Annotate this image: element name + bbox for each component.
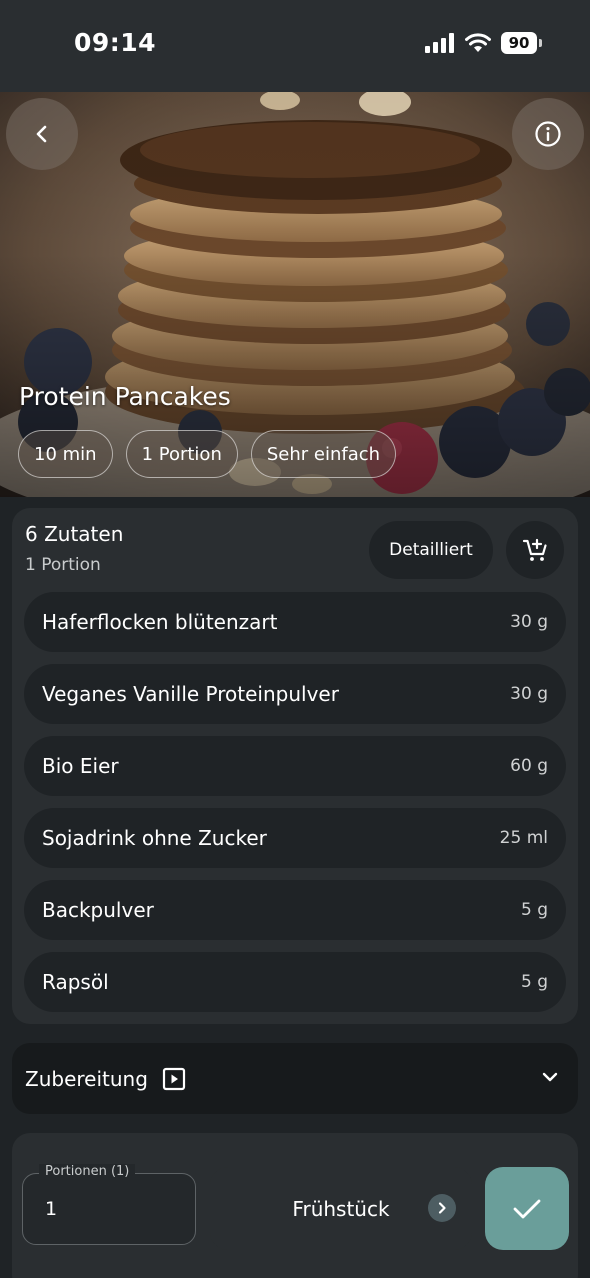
ingredient-item[interactable]: Rapsöl 5 g: [24, 952, 566, 1012]
ingredient-item[interactable]: Veganes Vanille Proteinpulver 30 g: [24, 664, 566, 724]
info-button[interactable]: [512, 98, 584, 170]
ingredient-amount: 5 g: [520, 972, 548, 992]
info-icon: [535, 121, 561, 147]
preparation-section[interactable]: Zubereitung: [12, 1043, 578, 1114]
ingredient-amount: 30 g: [510, 684, 548, 704]
status-icons: 90: [425, 32, 542, 54]
ingredient-amount: 30 g: [510, 612, 548, 632]
chip-duration: 10 min: [18, 430, 113, 478]
ingredients-title: 6 Zutaten: [25, 522, 124, 546]
ingredient-name: Haferflocken blütenzart: [42, 610, 278, 634]
chevron-left-icon: [36, 125, 47, 143]
recipe-chips: 10 min 1 Portion Sehr einfach: [18, 430, 397, 478]
chip-difficulty: Sehr einfach: [250, 430, 397, 478]
status-time: 09:14: [74, 28, 157, 57]
play-icon: [162, 1067, 186, 1091]
ingredients-subtitle: 1 Portion: [25, 555, 101, 575]
meal-label: Frühstück: [292, 1196, 390, 1221]
portion-input-label: Portionen (1): [39, 1164, 136, 1179]
ingredient-item[interactable]: Bio Eier 60 g: [24, 736, 566, 796]
detailed-button[interactable]: Detailliert: [369, 521, 493, 579]
ingredient-amount: 5 g: [520, 900, 548, 920]
chip-portion: 1 Portion: [125, 430, 238, 478]
recipe-hero: Protein Pancakes 10 min 1 Portion Sehr e…: [0, 92, 590, 497]
ingredient-item[interactable]: Sojadrink ohne Zucker 25 ml: [24, 808, 566, 868]
ingredients-card: 6 Zutaten 1 Portion Detailliert Haferflo…: [12, 508, 578, 1024]
ingredients-list: Haferflocken blütenzart 30 g Veganes Van…: [24, 592, 566, 1024]
ingredient-name: Backpulver: [42, 898, 154, 922]
back-button[interactable]: [6, 98, 78, 170]
ingredient-item[interactable]: Haferflocken blütenzart 30 g: [24, 592, 566, 652]
add-to-cart-icon: [522, 538, 547, 561]
ingredient-amount: 60 g: [510, 756, 548, 776]
chevron-down-icon: [542, 1072, 558, 1082]
chevron-right-icon: [428, 1194, 456, 1222]
check-icon: [513, 1199, 541, 1218]
ingredient-name: Veganes Vanille Proteinpulver: [42, 682, 339, 706]
wifi-icon: [465, 33, 491, 52]
meal-select-button[interactable]: Frühstück: [210, 1167, 472, 1250]
confirm-button[interactable]: [485, 1167, 569, 1250]
preparation-label: Zubereitung: [25, 1066, 148, 1091]
portion-input[interactable]: Portionen (1) 1: [22, 1164, 196, 1245]
ingredient-item[interactable]: Backpulver 5 g: [24, 880, 566, 940]
add-to-cart-button[interactable]: [506, 521, 564, 579]
battery-icon: 90: [501, 32, 542, 54]
recipe-title: Protein Pancakes: [19, 382, 231, 411]
ingredient-amount: 25 ml: [499, 828, 548, 848]
ingredient-name: Rapsöl: [42, 970, 109, 994]
ingredient-name: Bio Eier: [42, 754, 119, 778]
portion-input-value: 1: [45, 1198, 58, 1220]
battery-level: 90: [501, 32, 537, 54]
ingredient-name: Sojadrink ohne Zucker: [42, 826, 267, 850]
status-bar: 09:14 90: [0, 0, 590, 92]
signal-icon: [425, 33, 454, 53]
